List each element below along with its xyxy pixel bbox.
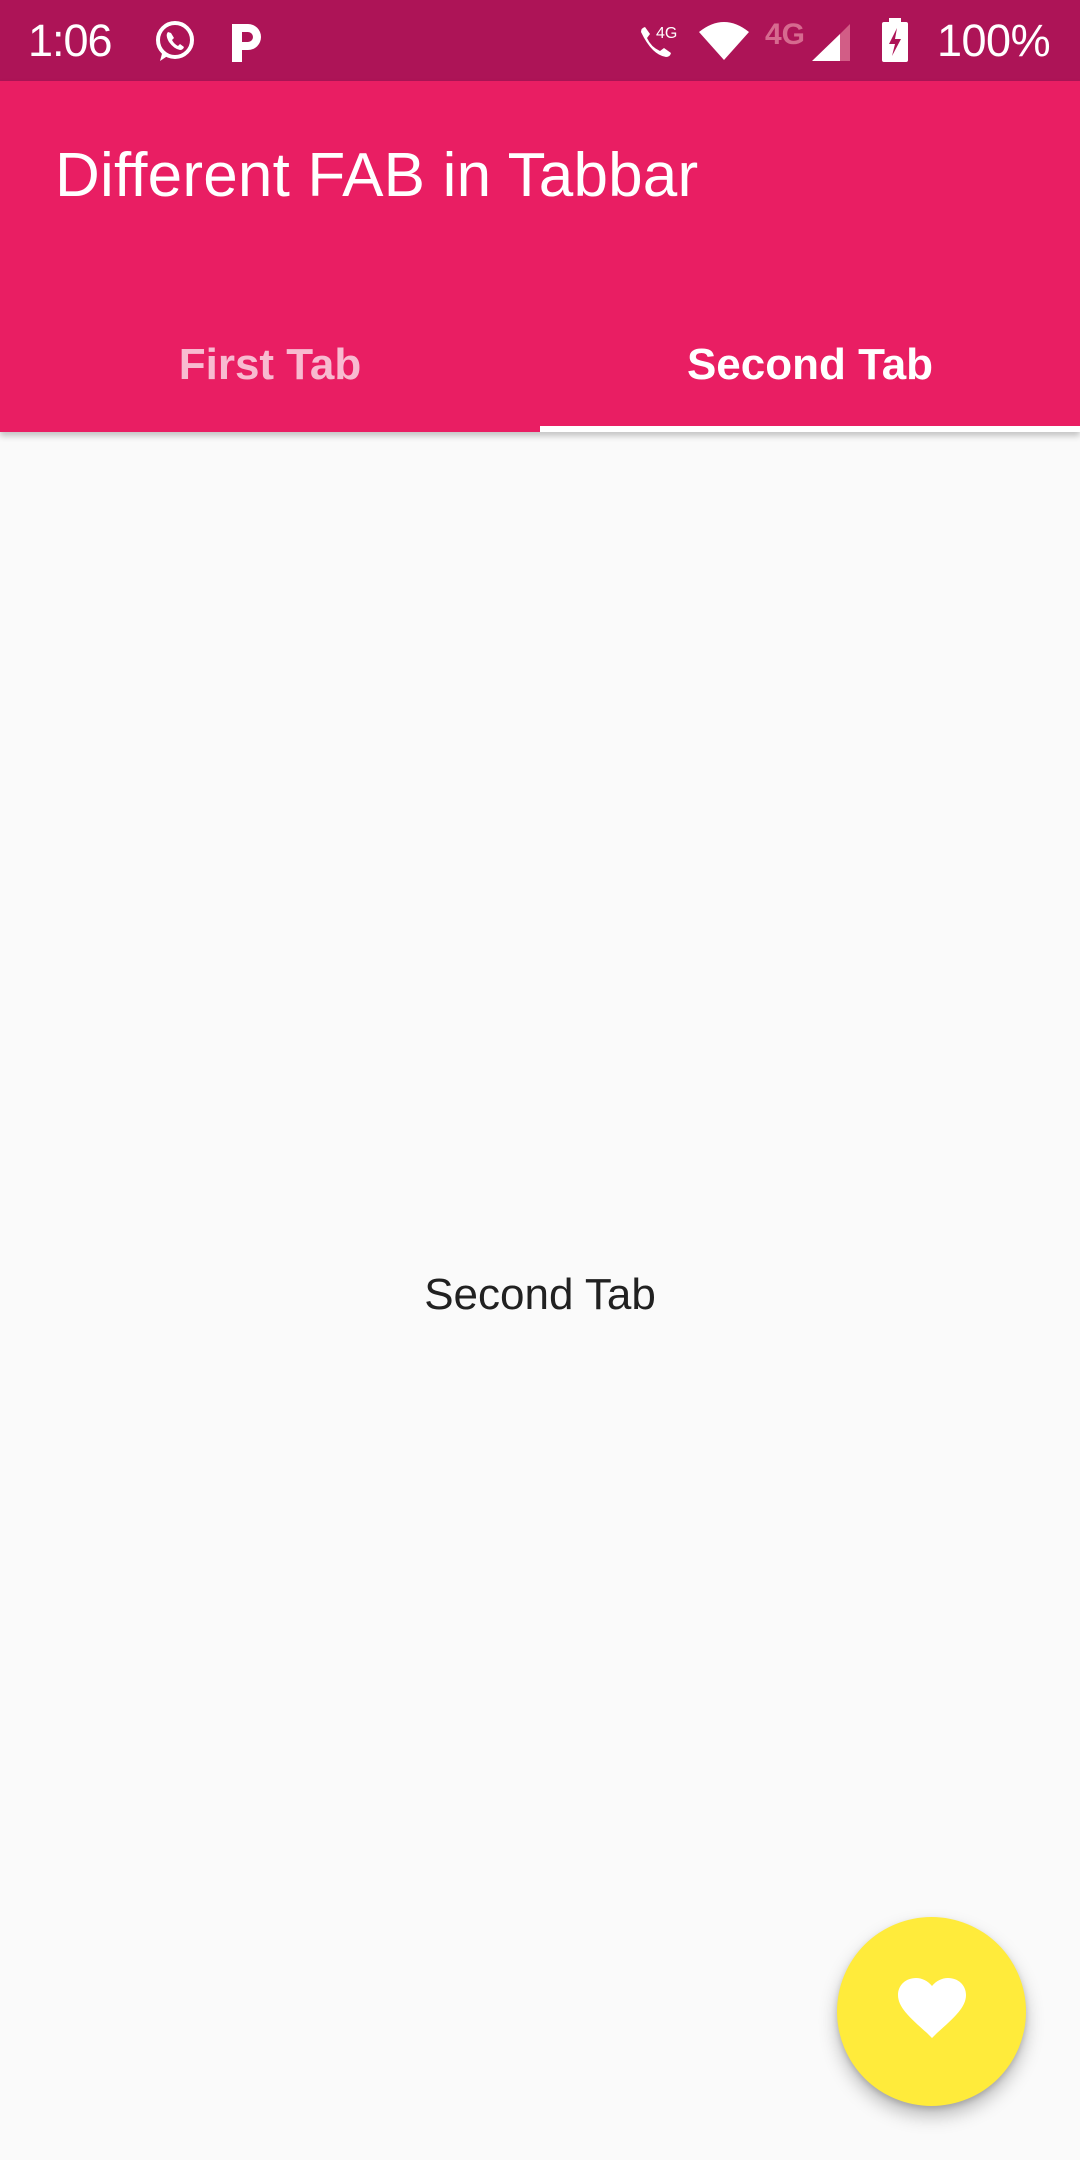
wifi-icon	[697, 20, 751, 67]
tab-first[interactable]: First Tab	[0, 297, 540, 432]
svg-text:4G: 4G	[656, 25, 677, 42]
whatsapp-icon	[150, 17, 198, 70]
battery-percent: 100%	[937, 15, 1051, 66]
tab-first-label: First Tab	[178, 339, 362, 389]
cell-signal-icon	[810, 20, 858, 67]
tab-content-text: Second Tab	[424, 1270, 656, 1319]
tab-indicator	[540, 426, 1080, 432]
volte-call-4g-icon: 4G	[638, 20, 686, 71]
favorite-fab-button[interactable]	[837, 1917, 1026, 2106]
tab-bar: First Tab Second Tab	[0, 297, 1080, 432]
app-bar: Different FAB in Tabbar First Tab Second…	[0, 81, 1080, 432]
status-bar: 1:06 4G 4G 100%	[0, 0, 1080, 81]
mobile-data-4g-icon: 4G	[765, 14, 815, 55]
parking-p-icon	[228, 20, 268, 69]
heart-icon	[897, 1978, 966, 2045]
tab-second[interactable]: Second Tab	[540, 297, 1080, 432]
battery-charging-icon	[880, 18, 910, 69]
page-title: Different FAB in Tabbar	[55, 141, 699, 210]
status-time: 1:06	[28, 15, 113, 66]
svg-text:4G: 4G	[765, 18, 805, 50]
tab-second-label: Second Tab	[686, 339, 934, 389]
